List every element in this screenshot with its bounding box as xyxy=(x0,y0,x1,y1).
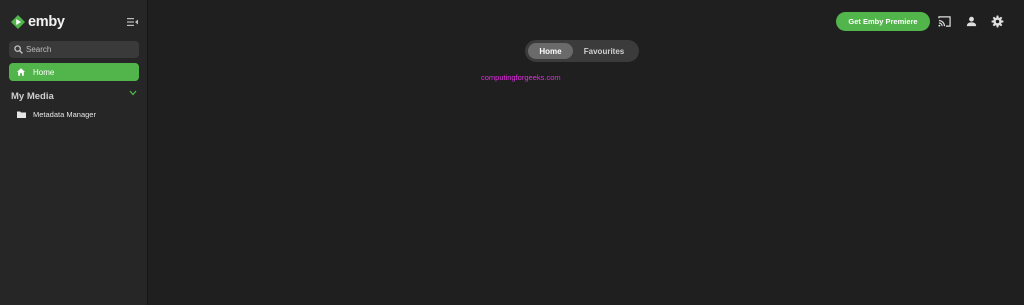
sidebar-item-home[interactable]: Home xyxy=(9,63,139,81)
section-title-my-media: My Media xyxy=(11,91,54,102)
folder-icon xyxy=(17,111,26,118)
gear-icon[interactable] xyxy=(991,15,1004,28)
sidebar: emby Home My Media xyxy=(0,0,148,305)
home-icon xyxy=(17,68,25,76)
watermark-text: computingforgeeks.com xyxy=(481,73,561,82)
collapse-menu-icon[interactable] xyxy=(127,17,138,27)
search-icon xyxy=(14,45,23,54)
tab-favourites[interactable]: Favourites xyxy=(573,43,635,59)
get-premiere-button[interactable]: Get Emby Premiere xyxy=(836,12,930,31)
sidebar-item-metadata-manager[interactable]: Metadata Manager xyxy=(17,108,96,120)
brand-name: emby xyxy=(28,14,65,30)
user-icon[interactable] xyxy=(965,15,978,28)
search-box[interactable] xyxy=(9,41,139,58)
emby-logo-icon xyxy=(11,15,25,29)
sidebar-item-label: Metadata Manager xyxy=(33,109,96,119)
cast-icon[interactable] xyxy=(938,15,951,28)
search-input[interactable] xyxy=(26,45,136,54)
app-root: emby Home My Media xyxy=(0,0,1024,305)
home-tabs: Home Favourites xyxy=(525,40,639,62)
tab-home[interactable]: Home xyxy=(528,43,573,59)
chevron-down-icon[interactable] xyxy=(129,90,137,96)
brand[interactable]: emby xyxy=(11,13,65,31)
sidebar-item-label: Home xyxy=(33,67,55,77)
